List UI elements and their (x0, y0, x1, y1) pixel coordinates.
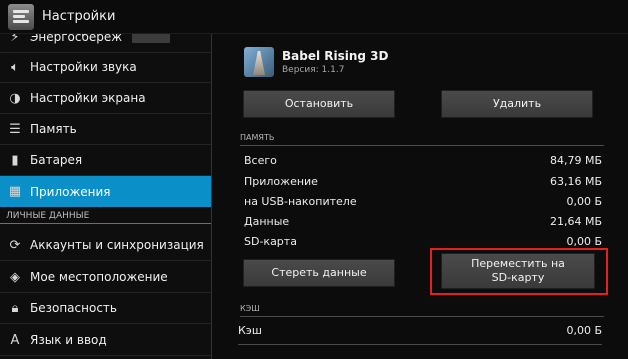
power-save-icon: ⚡ (10, 34, 20, 45)
sidebar-item-label: Аккаунты и синхронизация (30, 238, 204, 252)
sidebar-item-label: Память (30, 122, 77, 136)
section-divider (240, 145, 604, 146)
sidebar-item-battery[interactable]: ▮ Батарея (0, 145, 211, 176)
list-item: SD-карта 0,00 Б (244, 235, 602, 248)
list-item: Приложение 63,16 МБ (244, 175, 602, 188)
sidebar-item-label: Энергосбереж (30, 34, 123, 44)
cache-row-value: 0,00 Б (566, 324, 602, 337)
toggle-switch[interactable] (132, 34, 171, 43)
sidebar-item-storage[interactable]: ☰ Память (0, 114, 211, 145)
sidebar-item-label: Батарея (30, 153, 83, 167)
section-divider (238, 344, 602, 345)
sidebar-item-power-save[interactable]: ⚡ Энергосбереж (0, 34, 211, 53)
sidebar-item-accounts[interactable]: ⟳ Аккаунты и синхронизация (0, 230, 211, 261)
battery-icon: ▮ (11, 152, 19, 168)
apps-icon: ▦ (8, 184, 22, 199)
memory-row-value: 84,79 МБ (549, 154, 602, 167)
memory-row-label: SD-карта (244, 235, 297, 248)
section-header-memory: ПАМЯТЬ (240, 133, 275, 142)
language-icon: A (10, 332, 20, 348)
sidebar-item-language[interactable]: A Язык и ввод (0, 325, 211, 356)
uninstall-button[interactable]: Удалить (441, 90, 593, 118)
memory-row-label: Данные (244, 215, 290, 228)
app-info-pane: Babel Rising 3D Версия: 1.1.7 Остановить… (212, 34, 628, 359)
lock-icon: 🔒︎ (11, 300, 19, 316)
list-item: на USB-накопителе 0,00 Б (244, 195, 602, 208)
section-divider (240, 316, 604, 317)
sidebar-item-label: Язык и ввод (30, 333, 107, 347)
sidebar-item-display[interactable]: ◑ Настройки экрана (0, 83, 211, 114)
list-item: Всего 84,79 МБ (244, 154, 602, 167)
memory-row-value: 63,16 МБ (549, 175, 602, 188)
sync-icon: ⟳ (9, 237, 21, 253)
settings-sliders-icon[interactable] (8, 3, 34, 30)
section-header-cache: КЭШ (240, 304, 260, 313)
list-item: Кэш 0,00 Б (238, 324, 602, 337)
sidebar-item-label: Безопасность (30, 301, 117, 315)
memory-row-value: 0,00 Б (566, 195, 602, 208)
action-bar: Настройки (0, 0, 628, 34)
app-thumbnail-icon (244, 47, 274, 77)
sidebar-item-sound[interactable]: 🔈︎ Настройки звука (0, 52, 211, 83)
sidebar-item-security[interactable]: 🔒︎ Безопасность (0, 293, 211, 324)
sidebar-item-location[interactable]: ◈ Мое местоположение (0, 262, 211, 293)
list-item: Данные 21,64 МБ (244, 215, 602, 228)
memory-row-label: Приложение (244, 175, 318, 188)
section-header-personal: ЛИЧНЫЕ ДАННЫЕ (0, 208, 211, 224)
sidebar-item-label: Настройки экрана (30, 91, 146, 105)
sidebar-item-label: Мое местоположение (30, 270, 168, 284)
app-version: Версия: 1.1.7 (282, 65, 345, 75)
app-header: Babel Rising 3D Версия: 1.1.7 (244, 47, 389, 77)
highlight-frame (430, 248, 608, 295)
storage-icon: ☰ (9, 121, 21, 137)
clear-data-button[interactable]: Стереть данные (243, 259, 395, 287)
sidebar-item-apps[interactable]: ▦ Приложения (0, 176, 211, 207)
memory-row-value: 21,64 МБ (549, 215, 602, 228)
memory-row-label: Всего (244, 154, 277, 167)
app-title: Настройки (42, 9, 116, 24)
speaker-icon: 🔈︎ (11, 59, 19, 75)
brightness-icon: ◑ (9, 90, 21, 106)
sidebar-item-label: Приложения (30, 184, 111, 199)
memory-row-label: на USB-накопителе (244, 195, 357, 208)
cache-row-label: Кэш (238, 324, 262, 337)
force-stop-button[interactable]: Остановить (243, 90, 395, 118)
settings-list: ⚡ Энергосбереж 🔈︎ Настройки звука ◑ Наст… (0, 34, 211, 359)
app-name: Babel Rising 3D (282, 49, 389, 63)
sidebar-item-label: Настройки звука (30, 60, 137, 74)
location-icon: ◈ (10, 269, 20, 285)
memory-row-value: 0,00 Б (566, 235, 602, 248)
